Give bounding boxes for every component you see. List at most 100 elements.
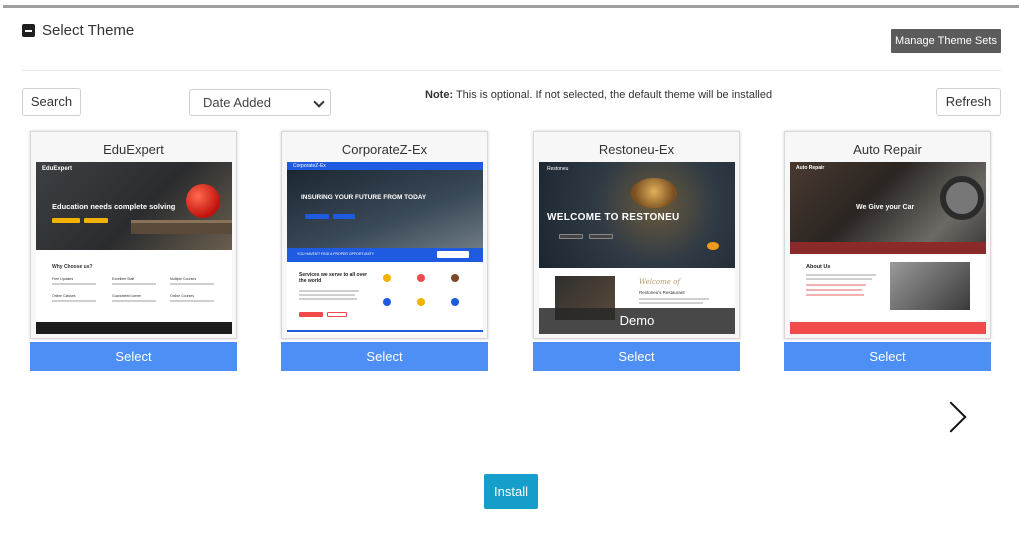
preview-text-line	[806, 274, 876, 276]
preview-feature: Online Courses	[170, 294, 195, 298]
preview-brand: Restoneu	[547, 166, 569, 172]
preview-feature: Multiple Courses	[170, 277, 197, 281]
preview-hero: EduExpert Education needs complete solvi…	[36, 162, 232, 250]
preview-text-line	[639, 298, 709, 300]
preview-service-icon	[451, 298, 459, 306]
preview-text-line	[639, 302, 703, 304]
preview-headline: WELCOME TO RESTONEU	[547, 212, 680, 223]
install-button[interactable]: Install	[484, 474, 538, 509]
preview-text-line	[52, 283, 96, 285]
preview-service-icon	[417, 298, 425, 306]
select-theme-button-corporatez-ex[interactable]: Select	[281, 342, 488, 371]
divider	[22, 70, 1001, 71]
preview-footer	[790, 322, 986, 334]
preview-section-heading: Why Choose us?	[52, 264, 93, 270]
preview-text-line	[170, 300, 214, 302]
preview-button	[589, 234, 613, 239]
preview-body: About Us	[790, 254, 986, 334]
preview-headline: We Give your Car	[856, 204, 915, 211]
preview-text-line	[52, 300, 96, 302]
preview-feature: Free Updates	[52, 277, 74, 281]
theme-preview-image[interactable]: CorporateZ-Ex INSURING YOUR FUTURE FROM …	[287, 162, 483, 334]
preview-text-line	[112, 300, 156, 302]
preview-headline: Education needs complete solving	[52, 202, 176, 211]
preview-button	[559, 234, 583, 239]
hero-bottom-band	[790, 242, 986, 254]
preview-text-line	[112, 283, 156, 285]
preview-body: Why Choose us? Free Updates Excellent St…	[36, 250, 232, 334]
preview-text-line	[299, 290, 359, 292]
preview-hero: Auto Repair We Give your Car	[790, 162, 986, 254]
preview-button	[333, 214, 355, 219]
preview-button	[305, 214, 329, 219]
preview-strip-button	[437, 251, 469, 258]
preview-button	[299, 312, 323, 317]
preview-section-heading: About Us	[806, 264, 831, 270]
preview-feature: Guaranteed career	[112, 294, 142, 298]
panel-title: Select Theme	[42, 22, 135, 39]
preview-strip-text: YOU HAVEN'T FIND A PROPER OPPORTUNITY	[297, 252, 375, 256]
demo-button[interactable]: Demo	[539, 308, 735, 334]
preview-feature: Online Classes	[52, 294, 76, 298]
select-theme-button-auto-repair[interactable]: Select	[784, 342, 991, 371]
preview-text-line	[299, 298, 357, 300]
books-graphic	[131, 220, 232, 234]
preview-button	[327, 312, 347, 317]
preview-photo	[890, 262, 970, 310]
note-label: Note:	[425, 89, 454, 101]
preview-brand: Auto Repair	[796, 165, 825, 171]
preview-section-heading: Restoneu's Restaurant	[639, 290, 685, 295]
preview-section-heading: Services we serve to all over the world	[299, 272, 368, 284]
search-button[interactable]: Search	[22, 88, 81, 116]
chevron-down-icon	[313, 96, 325, 108]
chevron-right-icon[interactable]	[938, 400, 972, 434]
sort-select[interactable]: Date Added	[189, 89, 331, 116]
food-bowl-graphic	[631, 178, 677, 208]
theme-card-restoneu-ex[interactable]: Restoneu-Ex Restoneu WELCOME TO RESTONEU…	[533, 131, 740, 339]
preview-footer	[36, 322, 232, 334]
tire-graphic	[940, 176, 984, 220]
preview-text-line	[170, 283, 214, 285]
manage-theme-sets-button[interactable]: Manage Theme Sets	[891, 29, 1001, 53]
preview-footer-line	[287, 330, 483, 332]
top-border	[3, 5, 1019, 8]
refresh-button[interactable]: Refresh	[936, 88, 1001, 116]
theme-card-corporatez-ex[interactable]: CorporateZ-Ex CorporateZ-Ex INSURING YOU…	[281, 131, 488, 339]
theme-preview-image[interactable]: Auto Repair We Give your Car About Us	[790, 162, 986, 334]
preview-text-line	[806, 294, 864, 296]
preview-service-icon	[451, 274, 459, 282]
preview-button	[84, 218, 108, 223]
preview-hero: Restoneu WELCOME TO RESTONEU	[539, 162, 735, 268]
preview-strip: YOU HAVEN'T FIND A PROPER OPPORTUNITY	[287, 248, 483, 262]
select-theme-button-restoneu-ex[interactable]: Select	[533, 342, 740, 371]
preview-text-line	[806, 278, 872, 280]
preview-feature: Excellent Staff	[112, 277, 135, 281]
preview-brand: EduExpert	[42, 166, 73, 172]
select-theme-button-eduexpert[interactable]: Select	[30, 342, 237, 371]
theme-card-title: Restoneu-Ex	[598, 142, 675, 157]
theme-card-title: CorporateZ-Ex	[341, 142, 428, 157]
optional-note: Note: This is optional. If not selected,…	[425, 89, 772, 101]
orange-slice-graphic	[707, 242, 719, 250]
theme-preview-image[interactable]: Restoneu WELCOME TO RESTONEU Welcome of …	[539, 162, 735, 334]
preview-text-line	[806, 289, 862, 291]
preview-text-line	[299, 294, 355, 296]
preview-headline: INSURING YOUR FUTURE FROM TODAY	[301, 194, 427, 201]
preview-script-text: Welcome of	[639, 278, 680, 286]
note-text: This is optional. If not selected, the d…	[453, 89, 773, 101]
theme-card-auto-repair[interactable]: Auto Repair Auto Repair We Give your Car…	[784, 131, 991, 339]
theme-card-title: EduExpert	[103, 142, 164, 157]
preview-hero: INSURING YOUR FUTURE FROM TODAY	[287, 170, 483, 248]
sort-select-value: Date Added	[203, 95, 271, 110]
preview-service-icon	[417, 274, 425, 282]
minus-square-icon[interactable]	[22, 24, 35, 37]
panel-header[interactable]: Select Theme	[22, 22, 134, 39]
preview-service-icon	[383, 298, 391, 306]
preview-service-icon	[383, 274, 391, 282]
preview-button	[52, 218, 80, 223]
theme-preview-image[interactable]: EduExpert Education needs complete solvi…	[36, 162, 232, 334]
preview-brand: CorporateZ-Ex	[293, 163, 326, 169]
theme-card-title: Auto Repair	[853, 142, 922, 157]
theme-card-eduexpert[interactable]: EduExpert EduExpert Education needs comp…	[30, 131, 237, 339]
apple-graphic	[186, 184, 220, 218]
